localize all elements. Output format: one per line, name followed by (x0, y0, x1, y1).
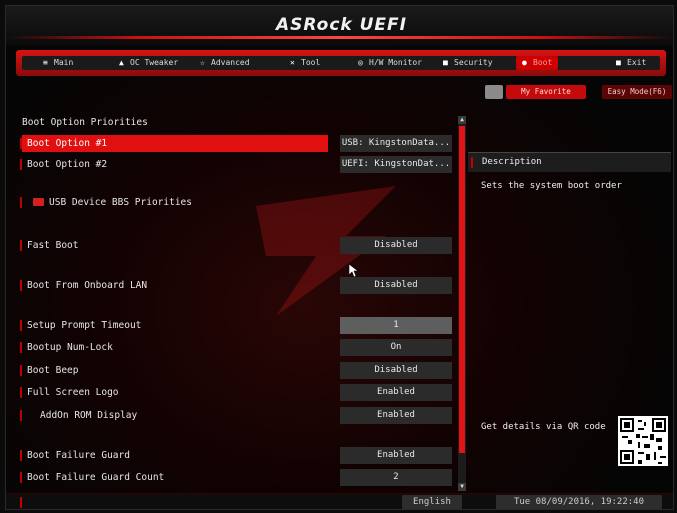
option-row[interactable]: Boot Option #1 USB: KingstonData... (20, 135, 456, 152)
option-row[interactable]: Fast Boot Disabled (20, 237, 456, 254)
favorite-toggle[interactable] (485, 85, 503, 99)
option-value[interactable]: Disabled (340, 237, 452, 254)
option-label: Boot Beep (27, 365, 79, 376)
tab-tool[interactable]: ✕ Tool (290, 56, 320, 70)
tweaker-icon: ▲ (119, 58, 124, 67)
description-title: Description (482, 157, 542, 167)
scroll-thumb[interactable] (459, 126, 465, 453)
option-label: Bootup Num-Lock (27, 342, 113, 353)
date-time: Tue 08/09/2016, 19:22:40 (496, 495, 662, 509)
tab-main[interactable]: ≡ Main (43, 56, 73, 70)
option-row[interactable]: Full Screen Logo Enabled (20, 384, 456, 401)
option-row[interactable]: Boot Option #2 UEFI: KingstonDat... (20, 156, 456, 173)
tab-exit[interactable]: ■ Exit (616, 56, 646, 70)
folder-icon (33, 198, 44, 206)
option-label: AddOn ROM Display (40, 410, 138, 421)
mouse-cursor-icon (349, 264, 359, 278)
option-value[interactable]: UEFI: KingstonDat... (340, 156, 452, 173)
option-label: Boot Option #2 (27, 159, 108, 170)
wrench-icon: ✕ (290, 58, 295, 67)
option-row[interactable]: AddOn ROM Display Enabled (20, 407, 456, 424)
tab-boot[interactable]: ● Boot (516, 56, 559, 70)
section-title: Boot Option Priorities (22, 117, 148, 128)
option-value[interactable]: Enabled (340, 407, 452, 424)
list-icon: ≡ (43, 58, 48, 67)
option-value[interactable]: Disabled (340, 362, 452, 379)
scroll-down-icon[interactable]: ▼ (458, 483, 466, 491)
option-value[interactable]: USB: KingstonData... (340, 135, 452, 152)
option-label: Boot Option #1 (27, 138, 108, 149)
exit-icon: ■ (616, 58, 621, 67)
uefi-screen: ASRock UEFI ≡ Main ▲ OC Tweaker ☆ Advanced … (5, 5, 674, 510)
option-label: Boot Failure Guard (27, 450, 130, 461)
description-panel: Description Sets the system boot order G… (468, 146, 673, 476)
tab-advanced[interactable]: ☆ Advanced (200, 56, 250, 70)
option-row[interactable]: Bootup Num-Lock On (20, 339, 456, 356)
tab-oc-tweaker[interactable]: ▲ OC Tweaker (119, 56, 178, 70)
option-value[interactable]: 2 (340, 469, 452, 486)
status-bar: English Tue 08/09/2016, 19:22:40 (6, 493, 673, 509)
description-text: Sets the system boot order (481, 181, 622, 191)
option-label: Fast Boot (27, 240, 79, 251)
power-icon: ● (522, 58, 527, 67)
nav-bar (16, 50, 666, 76)
tab-security[interactable]: ■ Security (443, 56, 493, 70)
shield-icon: ■ (443, 58, 448, 67)
tab-hw-monitor[interactable]: ◎ H/W Monitor (358, 56, 422, 70)
option-value[interactable]: Enabled (340, 384, 452, 401)
option-value[interactable]: Enabled (340, 447, 452, 464)
star-icon: ☆ (200, 58, 205, 67)
option-row[interactable]: Boot Failure Guard Count 2 (20, 469, 456, 486)
option-label: USB Device BBS Priorities (49, 197, 192, 208)
qr-code-icon (618, 416, 668, 466)
option-label: Setup Prompt Timeout (27, 320, 142, 331)
title-bar: ASRock UEFI (6, 6, 673, 46)
option-label: Boot From Onboard LAN (27, 280, 148, 291)
submenu-usb-bbs[interactable]: USB Device BBS Priorities (20, 194, 456, 211)
option-row[interactable]: Setup Prompt Timeout 1 (20, 317, 456, 334)
option-value[interactable]: Disabled (340, 277, 452, 294)
asrock-logo: ASRock UEFI (276, 15, 407, 35)
option-row[interactable]: Boot Failure Guard Enabled (20, 447, 456, 464)
option-label: Boot Failure Guard Count (27, 472, 165, 483)
scroll-up-icon[interactable]: ▲ (458, 116, 466, 124)
description-header: Description (468, 152, 671, 172)
option-row[interactable]: Boot Beep Disabled (20, 362, 456, 379)
option-label: Full Screen Logo (27, 387, 119, 398)
scrollbar[interactable]: ▲ ▼ (458, 116, 466, 491)
option-row[interactable]: Boot From Onboard LAN Disabled (20, 277, 456, 294)
monitor-icon: ◎ (358, 58, 363, 67)
my-favorite-button[interactable]: My Favorite (506, 85, 586, 99)
option-value[interactable]: 1 (340, 317, 452, 334)
easy-mode-button[interactable]: Easy Mode(F6) (602, 85, 672, 99)
title-streak (6, 36, 673, 39)
qr-label: Get details via QR code (481, 422, 606, 432)
language-button[interactable]: English (402, 495, 462, 509)
option-value[interactable]: On (340, 339, 452, 356)
